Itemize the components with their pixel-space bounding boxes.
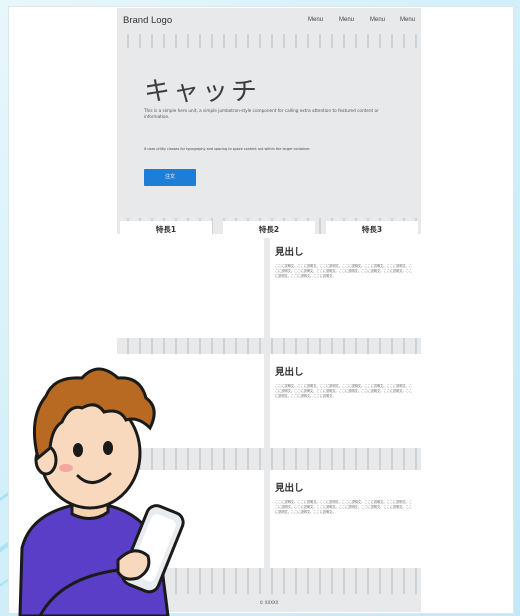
order-button[interactable]: 注文 <box>144 169 196 186</box>
nav-menu-item[interactable]: Menu <box>308 17 323 23</box>
hero-note: It uses utility classes for typography a… <box>144 147 311 151</box>
section-body: ここに説明文。ここに説明文。ここに説明文。ここに説明文。ここに説明文。ここに説明… <box>275 264 413 278</box>
content-card: 見出し ここに説明文。ここに説明文。ここに説明文。ここに説明文。ここに説明文。こ… <box>270 234 421 338</box>
section-heading: 見出し <box>275 483 304 494</box>
brand-logo[interactable]: Brand Logo <box>123 15 172 26</box>
image-placeholder <box>117 234 264 338</box>
hero-catchphrase: キャッチ <box>144 77 261 107</box>
section-heading: 見出し <box>275 247 304 258</box>
hero-section: キャッチ This is a simple hero unit, a simpl… <box>117 48 421 218</box>
section-body: ここに説明文。ここに説明文。ここに説明文。ここに説明文。ここに説明文。ここに説明… <box>275 384 413 398</box>
site-header: Brand Logo Menu Menu Menu Menu <box>117 8 421 34</box>
grid-overlay <box>117 34 421 48</box>
hero-description: This is a simple hero unit, a simple jum… <box>144 108 379 119</box>
section-heading: 見出し <box>275 367 304 378</box>
content-card: 見出し ここに説明文。ここに説明文。ここに説明文。ここに説明文。ここに説明文。こ… <box>270 354 421 448</box>
nav-menu-item[interactable]: Menu <box>339 17 354 23</box>
nav-menu-item[interactable]: Menu <box>370 17 385 23</box>
boy-holding-tablet-icon <box>18 367 185 616</box>
content-card: 見出し ここに説明文。ここに説明文。ここに説明文。ここに説明文。ここに説明文。こ… <box>270 470 421 568</box>
nav-menu-item[interactable]: Menu <box>400 17 415 23</box>
section-body: ここに説明文。ここに説明文。ここに説明文。ここに説明文。ここに説明文。ここに説明… <box>275 500 413 514</box>
